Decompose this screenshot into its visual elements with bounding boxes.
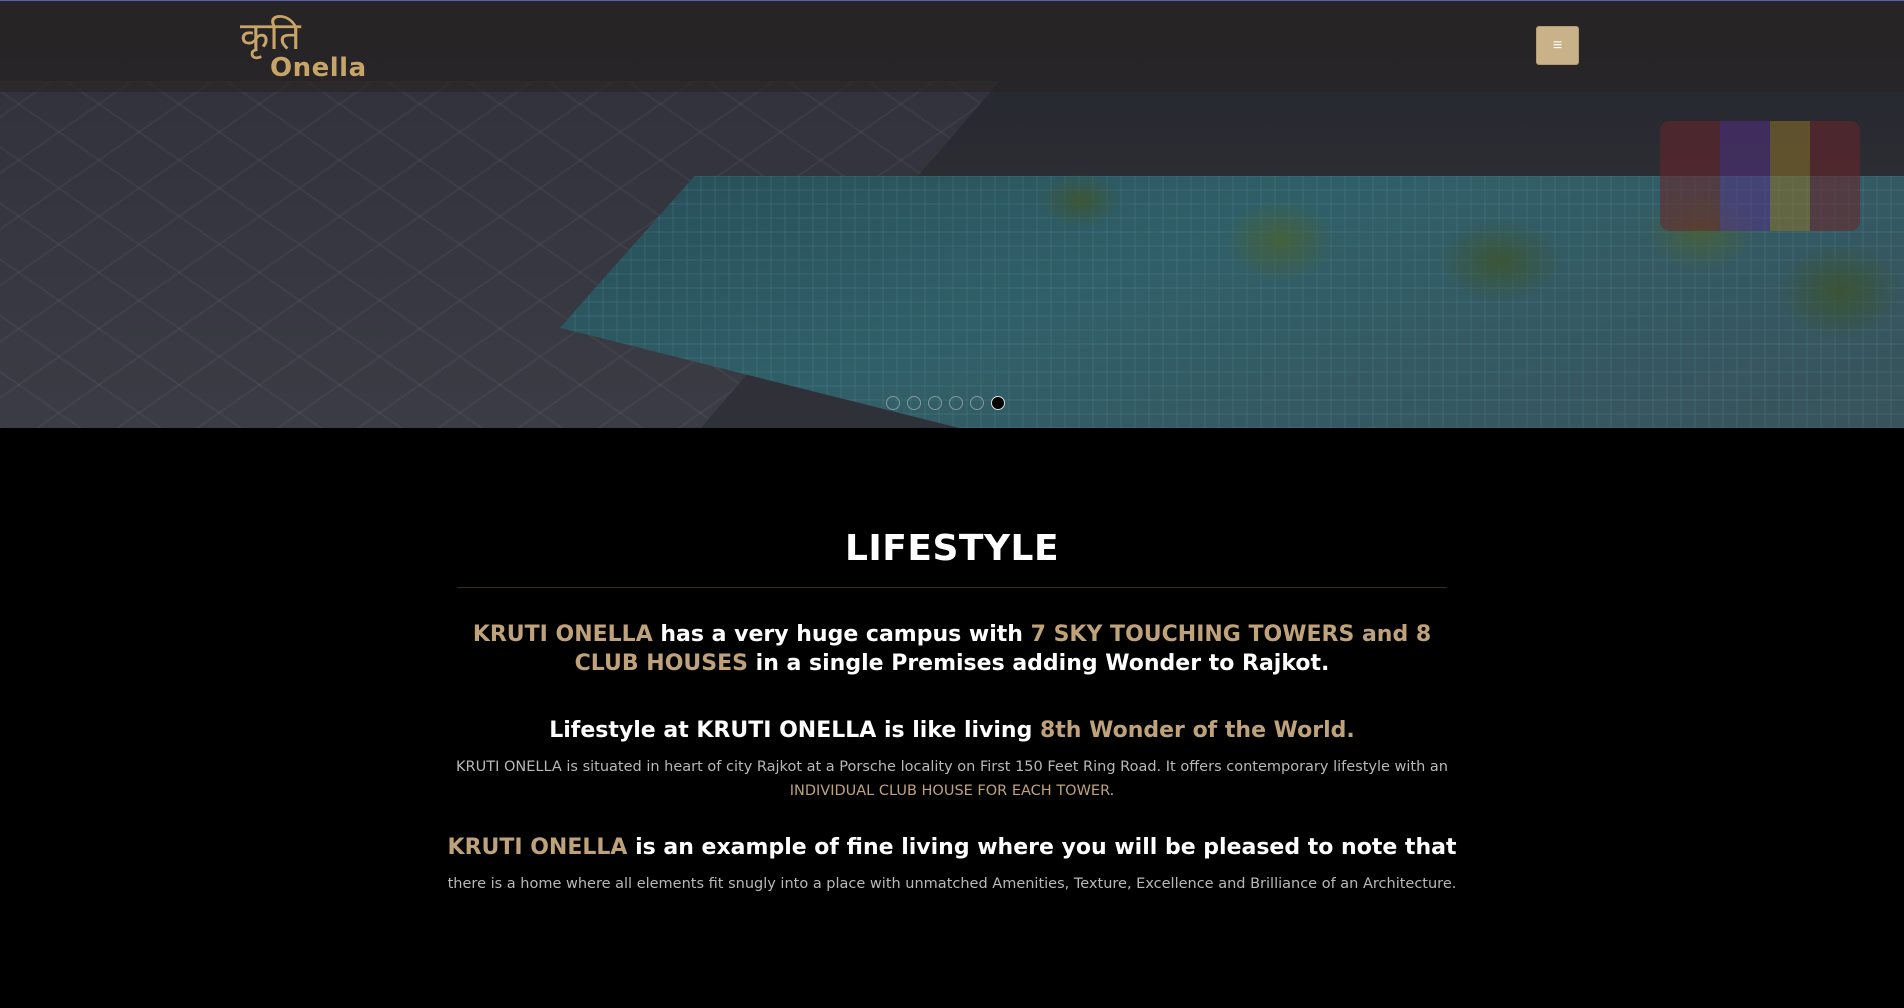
menu-toggle-button[interactable]: ≡ [1536,26,1579,65]
lifestyle-heading: Lifestyle at KRUTI ONELLA is like living… [0,718,1904,743]
intro-statement: KRUTI ONELLA has a very huge campus with… [470,620,1434,678]
carousel-indicators [886,396,1005,410]
lifestyle-heading-highlight: 8th Wonder of the World. [1039,718,1355,743]
intro-text-a: has a very huge campus with [652,622,1031,647]
carousel-dot-3[interactable] [928,396,942,410]
hero-carousel: कृति Onella ≡ [0,0,1904,429]
carousel-dot-5[interactable] [970,396,984,410]
fine-living-brand: KRUTI ONELLA [447,835,628,860]
carousel-dot-4[interactable] [949,396,963,410]
lifestyle-heading-text: Lifestyle at KRUTI ONELLA is like living [549,718,1040,743]
location-end: . [1109,783,1115,799]
logo-devanagari-text: कृति [240,14,301,58]
intro-brand: KRUTI ONELLA [472,622,653,647]
fine-living-heading: KRUTI ONELLA is an example of fine livin… [0,835,1904,860]
section-title: LIFESTYLE [844,528,1060,569]
hamburger-menu-icon: ≡ [1552,36,1563,54]
carousel-dot-6[interactable] [991,396,1005,410]
club-house-highlight: INDIVIDUAL CLUB HOUSE FOR EACH TOWER [789,783,1110,799]
location-text: KRUTI ONELLA is situated in heart of cit… [456,759,1448,775]
fine-living-text: is an example of fine living where you w… [627,835,1457,860]
top-navbar: कृति Onella ≡ [0,1,1904,92]
lifestyle-section: LIFESTYLE KRUTI ONELLA has a very huge c… [0,428,1904,1008]
amenities-paragraph: there is a home where all elements fit s… [447,876,1457,892]
section-divider [457,587,1447,588]
logo-latin-text: Onella [270,53,367,83]
carousel-dot-2[interactable] [907,396,921,410]
intro-text-b: in a single Premises adding Wonder to Ra… [748,651,1330,676]
location-paragraph: KRUTI ONELLA is situated in heart of cit… [440,755,1464,803]
carousel-dot-1[interactable] [886,396,900,410]
brand-logo[interactable]: कृति Onella [240,14,366,85]
